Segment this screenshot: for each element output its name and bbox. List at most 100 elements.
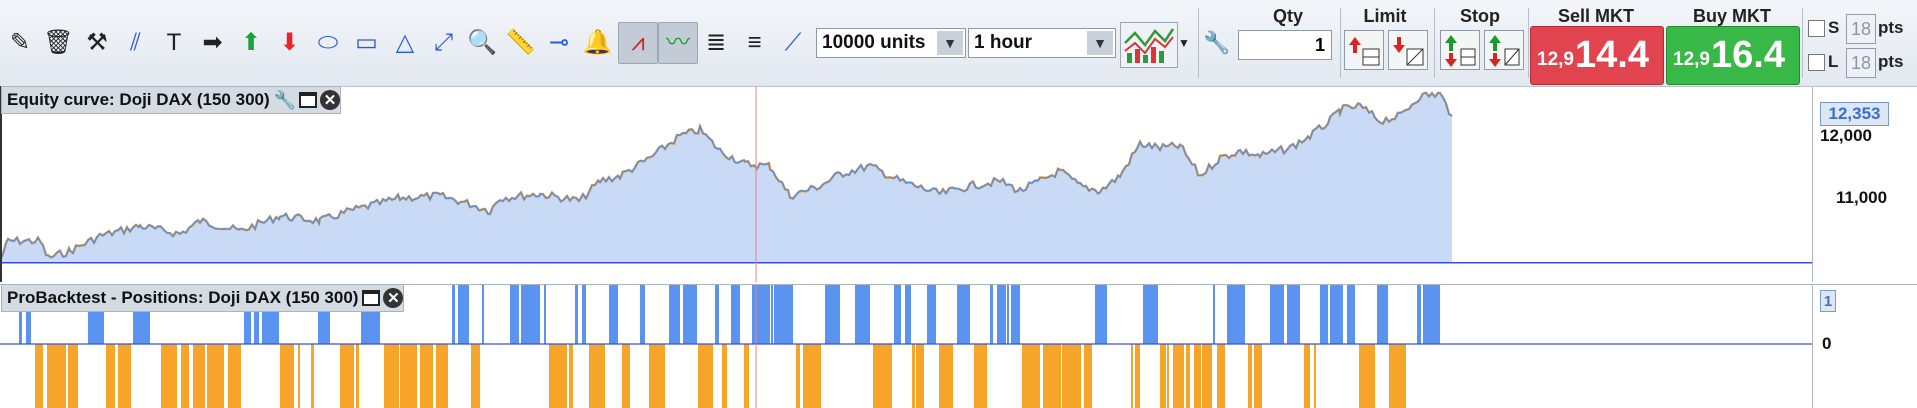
ellipse-tool-icon[interactable]: ⬭: [310, 25, 346, 61]
short-position-bar: [340, 344, 354, 408]
long-position-bar: [452, 284, 455, 344]
s-pts-input[interactable]: 18: [1846, 14, 1876, 44]
trend-line-green-icon[interactable]: 〰: [658, 22, 698, 64]
fibonacci-icon[interactable]: ≣: [698, 25, 734, 61]
buy-market-button[interactable]: 12,9 16.4: [1666, 26, 1800, 85]
alert-bell-icon[interactable]: 🔔: [580, 25, 616, 61]
line-points-icon[interactable]: ⤢: [426, 25, 462, 61]
separator: [1802, 8, 1803, 78]
limit-buy-button[interactable]: [1344, 30, 1384, 70]
buy-price: 16.4: [1711, 34, 1785, 76]
timeframe-select[interactable]: 1 hour ▼: [968, 28, 1116, 58]
short-position-bar: [181, 344, 189, 408]
rectangle-tool-icon[interactable]: ▭: [349, 25, 385, 61]
short-position-bar: [106, 344, 115, 408]
zoom-icon[interactable]: 🔍: [464, 25, 500, 61]
diagonal-line-icon[interactable]: ⟋: [775, 25, 811, 61]
positions-axis-border: [1812, 284, 1813, 408]
separator: [1340, 8, 1341, 78]
fibonacci-fan-icon[interactable]: ≡: [737, 25, 773, 61]
stop-buy-button[interactable]: [1440, 30, 1480, 70]
parallel-lines-icon[interactable]: ⫽: [118, 25, 154, 61]
short-position-bar: [207, 344, 224, 408]
arrow-up-icon[interactable]: ⬆: [233, 25, 269, 61]
l-label: L: [1828, 52, 1839, 71]
arrow-right-icon[interactable]: ➡: [195, 25, 231, 61]
s-label: S: [1828, 18, 1840, 37]
short-position-bar: [1131, 344, 1133, 408]
indicators-dropdown-arrow[interactable]: ▼: [1178, 36, 1190, 50]
ruler-icon[interactable]: 📏: [503, 25, 539, 61]
s-pts-label: pts: [1878, 18, 1904, 37]
short-position-bar: [622, 344, 630, 408]
limit-sell-button[interactable]: [1388, 30, 1428, 70]
short-position-bar: [1389, 344, 1406, 408]
equity-baseline: [0, 262, 1812, 264]
maximize-icon[interactable]: [299, 92, 318, 108]
qty-label: Qty: [1272, 6, 1303, 26]
short-position-bar: [193, 344, 205, 408]
long-position-bar: [640, 284, 645, 344]
qty-input[interactable]: 1: [1238, 30, 1332, 60]
axis-label-zero: 0: [1822, 334, 1832, 353]
wrench-icon[interactable]: 🔧: [274, 90, 296, 111]
trash-icon[interactable]: 🗑: [41, 25, 77, 61]
limit-sell-icon: [1393, 37, 1424, 66]
stop-buy-icon: [1445, 35, 1476, 67]
chevron-down-icon[interactable]: ▼: [937, 31, 963, 55]
units-select[interactable]: 10000 units ▼: [816, 28, 966, 58]
short-position-bar: [47, 344, 66, 408]
text-tool-icon[interactable]: T: [156, 25, 192, 61]
close-icon[interactable]: ✕: [320, 90, 341, 110]
stop-sell-button[interactable]: [1484, 30, 1524, 70]
short-position-bar: [1248, 344, 1252, 408]
units-select-value: 10000 units: [822, 32, 926, 53]
short-position-bar: [1167, 344, 1169, 408]
short-position-bar: [118, 344, 131, 408]
stop-sell-icon: [1489, 35, 1520, 67]
l-pts-input[interactable]: 18: [1846, 48, 1876, 78]
short-position-bar: [1160, 344, 1166, 408]
short-position-bar: [1254, 344, 1262, 408]
limit-label: Limit: [1363, 6, 1407, 26]
long-position-bar: [990, 284, 993, 344]
equity-panel-title: Equity curve: Doji DAX (150 300): [7, 90, 270, 109]
chevron-down-icon[interactable]: ▼: [1087, 31, 1113, 55]
indicators-icon: [1124, 28, 1175, 63]
short-position-bar: [1135, 344, 1140, 408]
short-position-bar: [384, 344, 399, 408]
long-position-bar: [1143, 284, 1158, 344]
short-position-bar: [420, 344, 433, 408]
short-position-bar: [873, 344, 892, 408]
short-position-bar: [649, 344, 665, 408]
wrench-icon[interactable]: 🔧: [1203, 25, 1230, 61]
long-position-bar: [997, 284, 1006, 344]
long-position-bar: [1213, 284, 1215, 344]
long-position-bar: [905, 284, 911, 344]
limit-checkbox[interactable]: [1808, 54, 1825, 71]
triangle-tool-icon[interactable]: △: [387, 25, 423, 61]
long-position-bar: [669, 284, 680, 344]
short-position-bar: [1304, 344, 1310, 408]
arrow-down-icon[interactable]: ⬇: [272, 25, 308, 61]
short-position-bar: [1062, 344, 1081, 408]
long-position-bar: [1423, 284, 1440, 344]
long-position-bar: [1417, 284, 1421, 344]
short-position-bar: [280, 344, 294, 408]
tools-icon[interactable]: ⚒: [79, 25, 115, 61]
long-position-bar: [1287, 284, 1300, 344]
long-position-bar: [957, 284, 970, 344]
trend-channel-red-icon[interactable]: ⩘: [618, 22, 658, 64]
indicators-button[interactable]: [1120, 22, 1178, 68]
short-position-bar: [298, 344, 300, 408]
horizontal-line-icon[interactable]: ⊸: [541, 25, 577, 61]
sell-price-prefix: 12,9: [1537, 49, 1574, 70]
stop-checkbox[interactable]: [1808, 20, 1825, 37]
long-position-bar: [575, 284, 578, 344]
maximize-icon[interactable]: [362, 290, 381, 306]
long-position-bar: [855, 284, 870, 344]
sell-market-button[interactable]: 12,9 14.4: [1530, 26, 1664, 85]
pen-tool-icon[interactable]: ✎: [2, 25, 38, 61]
close-icon[interactable]: ✕: [383, 288, 404, 308]
long-position-bar: [927, 284, 936, 344]
